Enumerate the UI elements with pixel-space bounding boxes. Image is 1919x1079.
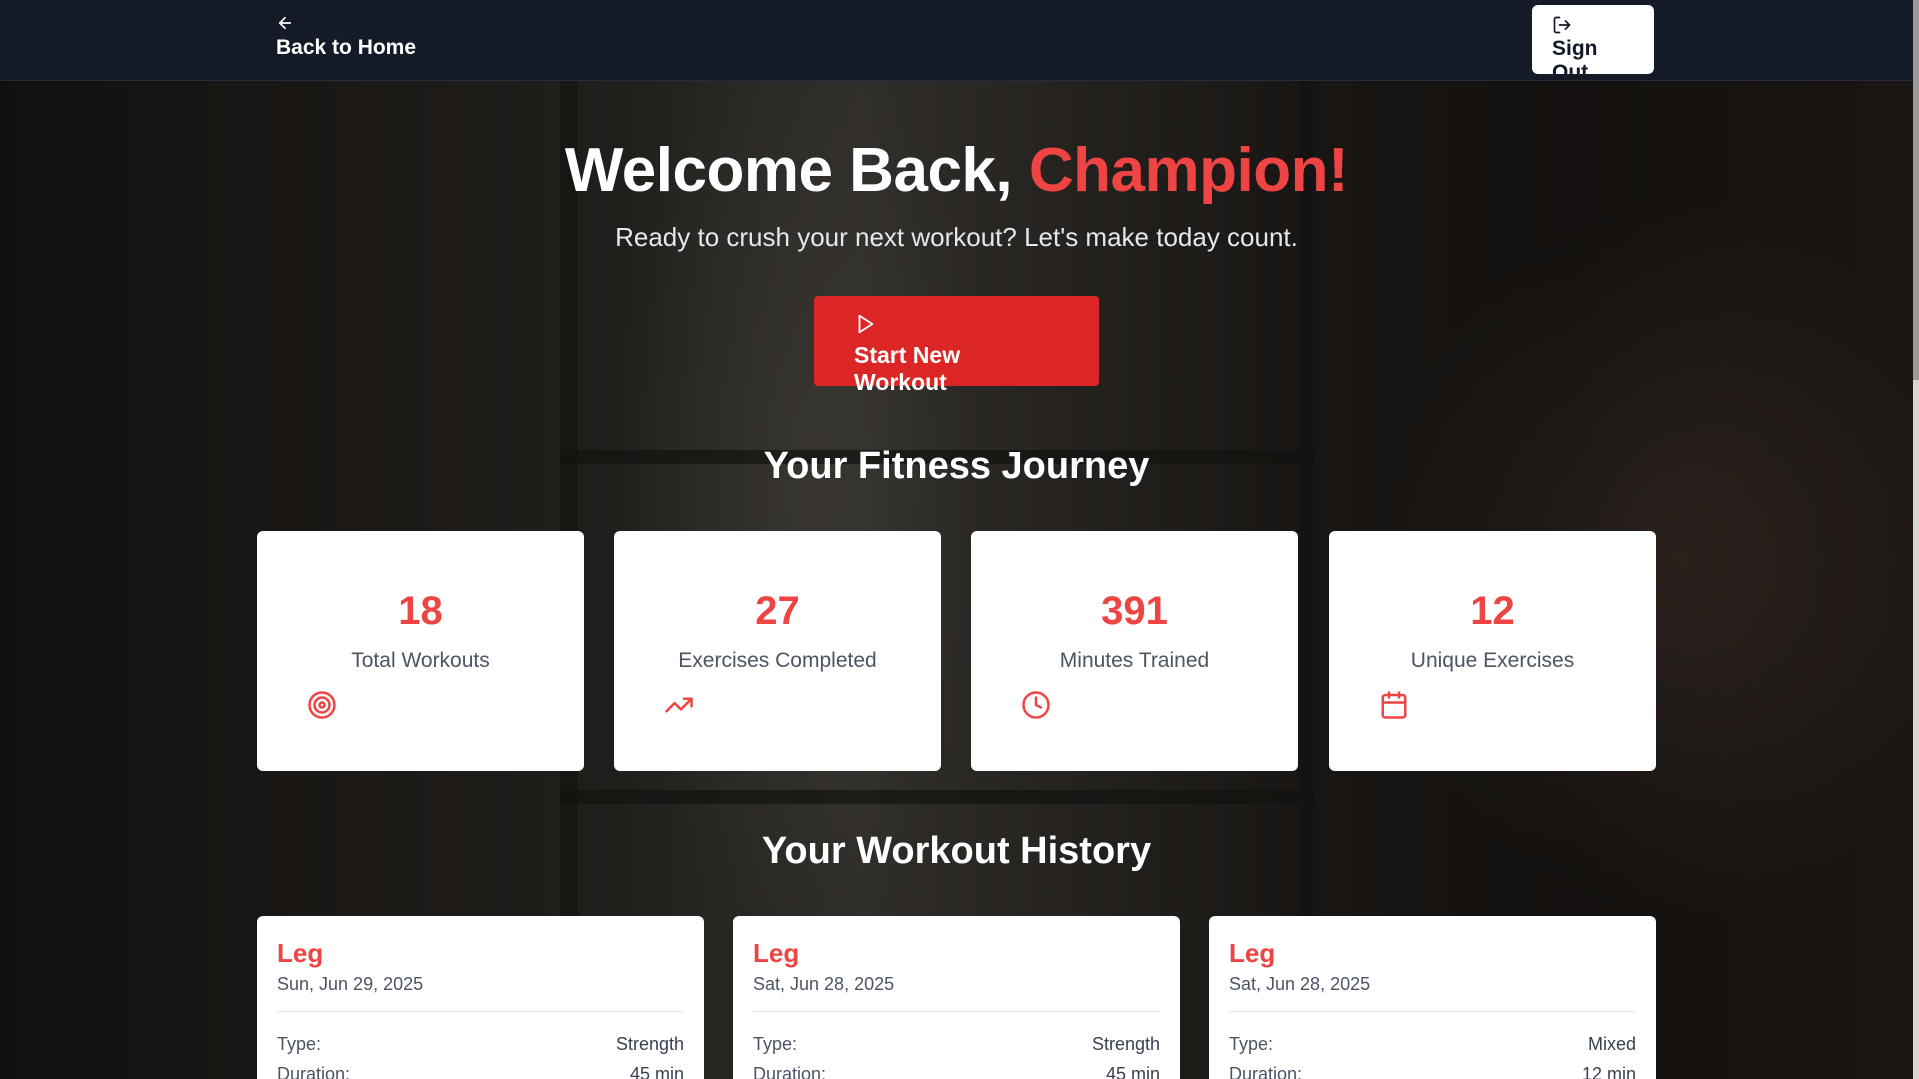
stat-card-minutes-trained: 391 Minutes Trained [971, 531, 1298, 771]
back-to-home-label: Back to Home [276, 36, 417, 59]
duration-value: 45 min [1105, 1064, 1160, 1079]
workout-name: Leg [277, 938, 324, 968]
welcome-subtitle: Ready to crush your next workout? Let's … [615, 222, 1298, 252]
workout-date: Sat, Jun 28, 2025 [753, 974, 895, 994]
duration-value: 45 min [629, 1064, 684, 1079]
type-value: Mixed [1587, 1034, 1636, 1054]
workout-type-row: Type: Mixed [1229, 1034, 1636, 1055]
sign-out-label: Sign Out [1552, 37, 1598, 84]
stat-label: Exercises Completed [678, 649, 877, 672]
workout-type-row: Type: Strength [277, 1034, 684, 1055]
duration-label: Duration: [277, 1064, 351, 1079]
card-divider [753, 1011, 1160, 1012]
stat-card-total-workouts: 18 Total Workouts [257, 531, 584, 771]
start-new-workout-button[interactable]: Start New Workout [814, 296, 1099, 395]
clock-icon [1022, 691, 1050, 719]
log-out-icon [1553, 16, 1571, 34]
welcome-heading-prefix: Welcome Back, [564, 136, 1029, 205]
duration-value: 12 min [1581, 1064, 1636, 1079]
workout-date: Sat, Jun 28, 2025 [1229, 974, 1371, 994]
workout-duration-row: Duration: 12 min [1229, 1064, 1636, 1079]
type-label: Type: [1229, 1034, 1274, 1054]
workout-date: Sun, Jun 29, 2025 [277, 974, 424, 994]
workout-history-card[interactable]: Leg Sat, Jun 28, 2025 Type: Strength Dur… [733, 916, 1180, 1079]
fitness-journey-title: Your Fitness Journey [763, 445, 1150, 487]
stat-value: 12 [1470, 589, 1515, 633]
play-icon [858, 314, 874, 334]
type-value: Strength [615, 1034, 684, 1054]
target-icon [308, 691, 336, 719]
stat-card-exercises-completed: 27 Exercises Completed [614, 531, 941, 771]
page-scrollbar[interactable] [1913, 0, 1919, 1079]
dashboard-content: Welcome Back, Champion! Ready to crush y… [0, 0, 1913, 1079]
workout-type-row: Type: Strength [753, 1034, 1160, 1055]
back-to-home-link[interactable]: Back to Home [276, 14, 416, 60]
type-label: Type: [753, 1034, 798, 1054]
stat-value: 18 [398, 589, 443, 633]
sign-out-button[interactable]: Sign Out [1532, 5, 1654, 84]
arrow-left-icon [278, 16, 292, 30]
calendar-icon [1381, 691, 1407, 719]
stat-label: Unique Exercises [1410, 649, 1575, 672]
stat-label: Total Workouts [351, 649, 490, 672]
stat-card-unique-exercises: 12 Unique Exercises [1329, 531, 1656, 771]
welcome-heading-accent: Champion! [1028, 136, 1349, 205]
workout-duration-row: Duration: 45 min [753, 1064, 1160, 1079]
top-navigation-bar: Back to Home Sign Out [0, 0, 1913, 84]
welcome-heading: Welcome Back, Champion! [0, 135, 1913, 206]
stat-value: 391 [1101, 589, 1168, 633]
workout-duration-row: Duration: 45 min [277, 1064, 684, 1079]
stat-value: 27 [755, 589, 800, 633]
duration-label: Duration: [1229, 1064, 1303, 1079]
card-divider [277, 1011, 684, 1012]
start-new-workout-label: Start New Workout [854, 342, 961, 395]
type-label: Type: [277, 1034, 322, 1054]
scrollbar-thumb[interactable] [1913, 0, 1919, 380]
workout-name: Leg [753, 938, 800, 968]
type-value: Strength [1091, 1034, 1160, 1054]
card-divider [1229, 1011, 1636, 1012]
workout-name: Leg [1229, 938, 1276, 968]
trending-up-icon [665, 697, 693, 713]
workout-history-card[interactable]: Leg Sun, Jun 29, 2025 Type: Strength Dur… [257, 916, 704, 1079]
workout-history-card[interactable]: Leg Sat, Jun 28, 2025 Type: Mixed Durati… [1209, 916, 1656, 1079]
workout-history-title: Your Workout History [761, 830, 1152, 872]
stat-label: Minutes Trained [1059, 649, 1210, 672]
duration-label: Duration: [753, 1064, 827, 1079]
